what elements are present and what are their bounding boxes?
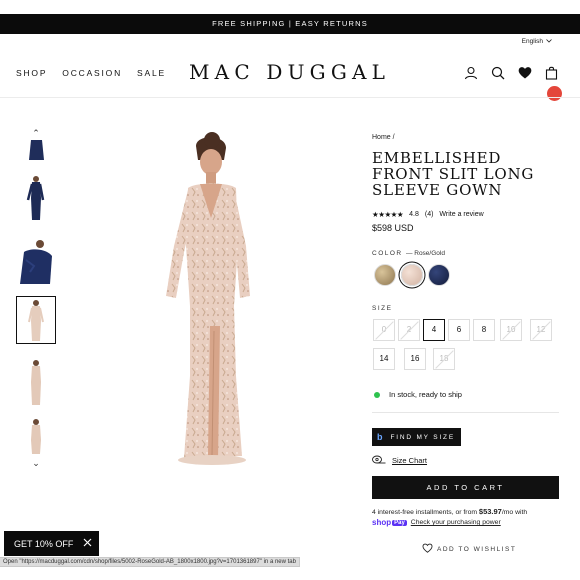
find-my-size-button[interactable]: b FIND MY SIZE <box>372 428 461 446</box>
installments-suffix: /mo with <box>501 509 528 516</box>
promo-popup[interactable]: GET 10% OFF <box>4 531 99 556</box>
write-review-link[interactable]: Write a review <box>439 211 483 218</box>
heart-icon[interactable] <box>518 66 533 81</box>
product-price: $598 USD <box>372 223 414 233</box>
thumbnail-4-active[interactable] <box>16 296 56 344</box>
header-divider <box>0 97 580 98</box>
main-product-image[interactable] <box>140 126 284 472</box>
close-icon[interactable] <box>83 538 92 549</box>
browser-status-bar: Open "https://macduggal.com/cdn/shop/fil… <box>0 557 300 567</box>
stock-status: In stock, ready to ship <box>374 390 462 399</box>
size-option-14[interactable]: 14 <box>373 348 395 370</box>
cart-badge <box>547 86 562 101</box>
shop-pay-pay: Pay <box>392 519 407 526</box>
promo-label: GET 10% OFF <box>14 538 74 549</box>
thumbs-down-arrow-icon[interactable]: ⌄ <box>31 458 41 469</box>
thumbnail-2[interactable] <box>16 174 56 222</box>
shop-pay-logo-icon: shop Pay <box>372 518 407 527</box>
wishlist-label: ADD TO WISHLIST <box>437 545 517 553</box>
chevron-down-icon <box>546 38 552 45</box>
size-option-6[interactable]: 6 <box>448 319 470 341</box>
header-icons <box>464 66 562 101</box>
in-stock-dot-icon <box>374 391 380 398</box>
size-option-16[interactable]: 16 <box>404 348 426 370</box>
thumbnail-6[interactable] <box>16 418 56 454</box>
top-gap <box>0 0 580 14</box>
cart-icon[interactable] <box>545 66 562 101</box>
installments-text: 4 interest-free installments, or from $5… <box>372 507 527 516</box>
color-label-text: COLOR <box>372 250 403 257</box>
rating-value: 4.8 <box>409 211 419 218</box>
shop-pay-row: shop Pay Check your purchasing power <box>372 518 501 527</box>
nav-shop[interactable]: SHOP <box>16 68 47 78</box>
swatch-gold[interactable] <box>374 264 396 286</box>
language-label: English <box>521 38 543 45</box>
size-option-2[interactable]: 2 <box>398 319 420 341</box>
thumbnail-5[interactable] <box>16 358 56 406</box>
size-option-12[interactable]: 12 <box>530 319 552 341</box>
size-label: SIZE <box>372 305 393 312</box>
rating-row: ★★★★★ 4.8 (4) Write a review <box>372 210 484 219</box>
color-label: COLOR — Rose/Gold <box>372 250 445 257</box>
installments-prefix: 4 interest-free installments, or from <box>372 509 479 516</box>
purchasing-power-link[interactable]: Check your purchasing power <box>411 519 501 526</box>
shop-pay-shop: shop <box>372 518 392 527</box>
account-icon[interactable] <box>464 66 479 81</box>
find-my-size-logo-icon: b <box>377 432 383 442</box>
add-to-wishlist-button[interactable]: ADD TO WISHLIST <box>422 543 516 555</box>
size-option-0[interactable]: 0 <box>373 319 395 341</box>
search-icon[interactable] <box>491 66 506 81</box>
add-to-cart-button[interactable]: ADD TO CART <box>372 476 559 499</box>
installments-amount: $53.97 <box>478 507 502 516</box>
product-title: EMBELLISHED FRONT SLIT LONG SLEEVE GOWN <box>372 149 535 199</box>
breadcrumb[interactable]: Home / <box>372 134 395 141</box>
nav-occasion[interactable]: OCCASION <box>62 68 122 78</box>
main-nav: SHOP OCCASION SALE <box>16 68 166 78</box>
swatch-rose-gold[interactable] <box>401 264 423 286</box>
announcement-bar: FREE SHIPPING | EASY RETURNS <box>0 14 580 34</box>
size-option-8[interactable]: 8 <box>473 319 495 341</box>
review-count[interactable]: (4) <box>425 211 434 218</box>
star-rating-icon: ★★★★★ <box>372 210 404 219</box>
size-option-4[interactable]: 4 <box>423 319 445 341</box>
thumbnail-1[interactable] <box>16 140 56 164</box>
find-my-size-label: FIND MY SIZE <box>390 433 455 441</box>
size-chart-label: Size Chart <box>392 456 428 465</box>
heart-outline-icon <box>422 543 433 555</box>
thumbs-up-arrow-icon[interactable]: ⌃ <box>31 128 41 139</box>
stock-text: In stock, ready to ship <box>389 390 462 399</box>
tape-measure-icon <box>372 455 386 466</box>
language-selector[interactable]: English <box>522 38 552 45</box>
nav-sale[interactable]: SALE <box>137 68 166 78</box>
size-option-10[interactable]: 10 <box>500 319 522 341</box>
swatch-navy[interactable] <box>428 264 450 286</box>
site-logo[interactable]: MAC DUGGAL <box>189 60 385 84</box>
selected-color: — Rose/Gold <box>405 250 445 257</box>
thumbnail-3[interactable] <box>16 236 56 284</box>
size-option-18[interactable]: 18 <box>433 348 455 370</box>
size-chart-link[interactable]: Size Chart <box>372 455 427 466</box>
divider <box>372 412 559 413</box>
